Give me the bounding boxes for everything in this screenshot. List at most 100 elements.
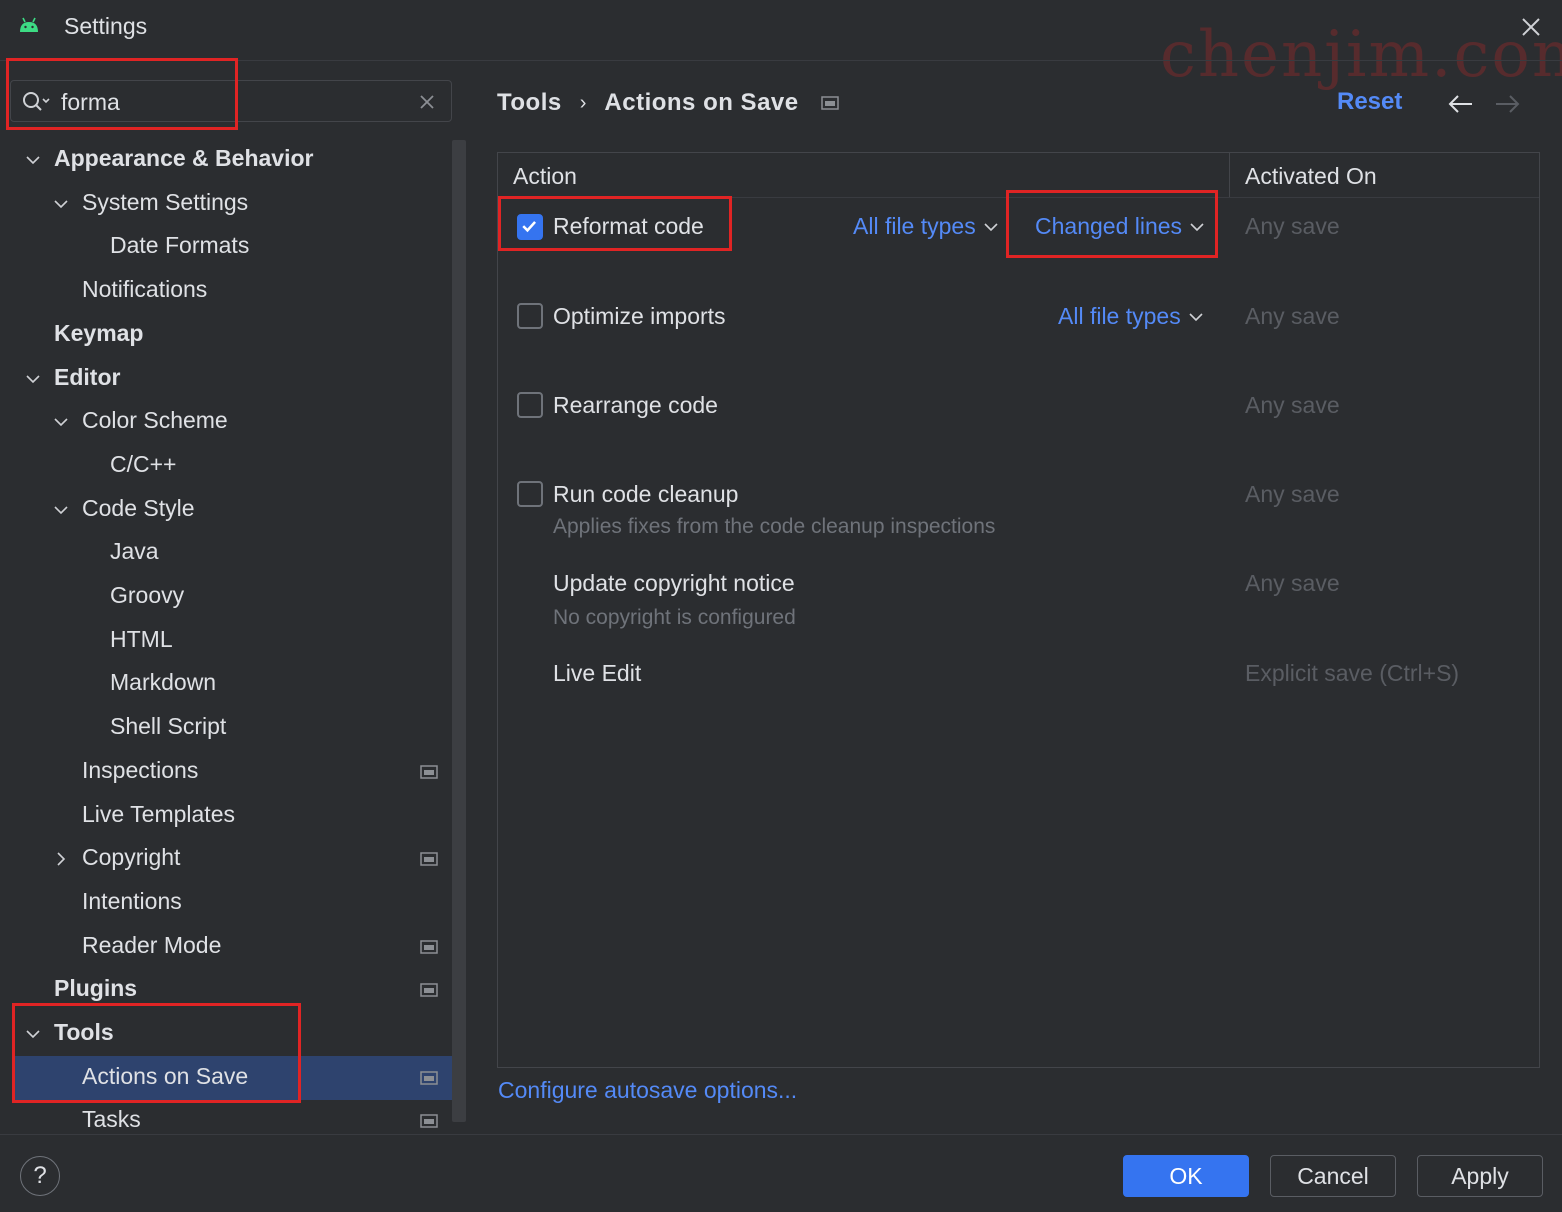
sidebar-item-keymap[interactable]: Keymap	[0, 313, 452, 357]
chevron-down-icon[interactable]	[24, 370, 42, 388]
optimize-imports-label[interactable]: Optimize imports	[553, 303, 726, 330]
reformat-code-label[interactable]: Reformat code	[553, 213, 704, 240]
sidebar-item-appearance-behavior[interactable]: Appearance & Behavior	[0, 138, 452, 182]
update-copyright-description: No copyright is configured	[553, 606, 796, 629]
breadcrumb-separator: ›	[579, 91, 587, 114]
sidebar-item-tools[interactable]: Tools	[0, 1012, 452, 1056]
sidebar-item-actions-on-save[interactable]: Actions on Save	[12, 1055, 452, 1100]
sidebar-item-live-templates[interactable]: Live Templates	[0, 794, 452, 838]
rearrange-code-label[interactable]: Rearrange code	[553, 392, 718, 419]
sidebar-item-groovy[interactable]: Groovy	[0, 575, 452, 619]
clear-icon[interactable]	[417, 92, 437, 112]
sidebar-item-intentions[interactable]: Intentions	[0, 881, 452, 925]
sidebar-item-tasks[interactable]: Tasks	[0, 1099, 452, 1134]
dropdown-value: All file types	[853, 213, 976, 239]
sidebar-item-label: Editor	[54, 363, 121, 390]
header-divider	[498, 197, 1539, 198]
ok-button[interactable]: OK	[1123, 1155, 1249, 1197]
sidebar-item-label: Reader Mode	[82, 931, 222, 958]
sidebar-item-label: Groovy	[110, 582, 185, 608]
reset-link[interactable]: Reset	[1337, 88, 1402, 116]
sidebar-item-code-style[interactable]: Code Style	[0, 488, 452, 532]
sidebar-item-inspections[interactable]: Inspections	[0, 750, 452, 794]
run-code-cleanup-label[interactable]: Run code cleanup	[553, 481, 738, 508]
table-row: Reformat code All file types Changed lin…	[498, 213, 1539, 273]
optimize-imports-checkbox[interactable]	[517, 303, 543, 329]
sidebar-item-shell-script[interactable]: Shell Script	[0, 706, 452, 750]
sidebar-item-editor[interactable]: Editor	[0, 357, 452, 401]
sidebar-item-label: Inspections	[82, 756, 199, 783]
table-row: Run code cleanup Applies fixes from the …	[498, 481, 1539, 561]
arrow-right-icon[interactable]	[1492, 92, 1522, 116]
sidebar-item-notifications[interactable]: Notifications	[0, 269, 452, 313]
activated-on-value[interactable]: Explicit save (Ctrl+S)	[1245, 660, 1459, 687]
reformat-code-checkbox[interactable]	[517, 214, 543, 240]
column-header-activated-on[interactable]: Activated On	[1245, 163, 1377, 190]
project-scope-icon	[420, 765, 438, 779]
sidebar-item-markdown[interactable]: Markdown	[0, 662, 452, 706]
sidebar-item-label: Tools	[54, 1019, 114, 1045]
arrow-left-icon[interactable]	[1446, 92, 1476, 116]
sidebar-item-color-scheme[interactable]: Color Scheme	[0, 400, 452, 444]
chevron-right-icon[interactable]	[52, 850, 70, 868]
chevron-down-icon[interactable]	[52, 501, 70, 519]
close-icon[interactable]	[1516, 12, 1546, 42]
project-scope-icon	[420, 983, 438, 998]
sidebar-item-label: Copyright	[82, 844, 181, 871]
sidebar-item-date-formats[interactable]: Date Formats	[0, 225, 452, 269]
search-icon[interactable]	[21, 90, 51, 114]
sidebar-item-c-c[interactable]: C/C++	[0, 444, 452, 488]
column-divider	[1229, 153, 1230, 197]
chevron-down-icon[interactable]	[24, 151, 42, 169]
project-scope-icon	[820, 96, 839, 110]
dropdown-value: Changed lines	[1035, 213, 1183, 239]
sidebar-item-label: Markdown	[110, 669, 217, 696]
configure-autosave-link[interactable]: Configure autosave options...	[498, 1077, 797, 1104]
breadcrumb-parent[interactable]: Tools	[497, 89, 562, 117]
reformat-scope-dropdown[interactable]: Changed lines	[1035, 213, 1204, 240]
chevron-down-icon	[1189, 312, 1203, 321]
column-header-action[interactable]: Action	[513, 163, 577, 190]
sidebar-item-label: Appearance & Behavior	[54, 145, 314, 171]
apply-button[interactable]: Apply	[1417, 1155, 1543, 1197]
optimize-file-types-dropdown[interactable]: All file types	[1058, 303, 1203, 330]
cancel-button[interactable]: Cancel	[1270, 1155, 1396, 1197]
sidebar-item-java[interactable]: Java	[0, 531, 452, 575]
android-icon	[20, 17, 38, 32]
project-scope-icon	[420, 1070, 438, 1085]
sidebar-item-label: C/C++	[110, 450, 177, 477]
sidebar-item-label: Notifications	[82, 276, 208, 303]
search-input[interactable]	[61, 87, 401, 117]
sidebar-item-reader-mode[interactable]: Reader Mode	[0, 925, 452, 969]
table-row: Live Edit Explicit save (Ctrl+S)	[498, 660, 1539, 710]
chevron-down-icon[interactable]	[52, 195, 70, 213]
window-title: Settings	[64, 13, 148, 39]
settings-search[interactable]	[10, 80, 452, 122]
sidebar-item-label: HTML	[110, 625, 173, 652]
sidebar-item-label: Java	[110, 538, 159, 565]
chevron-down-icon[interactable]	[52, 413, 70, 431]
rearrange-code-checkbox[interactable]	[517, 392, 543, 418]
sidebar-item-plugins[interactable]: Plugins	[0, 968, 452, 1012]
sidebar-item-html[interactable]: HTML	[0, 619, 452, 663]
sidebar-item-label: Code Style	[82, 494, 195, 521]
sidebar-item-label: Shell Script	[110, 713, 227, 740]
run-code-cleanup-checkbox[interactable]	[517, 481, 543, 507]
table-row: Update copyright notice No copyright is …	[498, 570, 1539, 650]
help-button[interactable]: ?	[20, 1156, 60, 1196]
sidebar-item-label: Keymap	[54, 319, 144, 346]
run-code-cleanup-description: Applies fixes from the code cleanup insp…	[553, 515, 996, 538]
sidebar-scrollbar[interactable]	[452, 140, 466, 1122]
chevron-down-icon[interactable]	[24, 1025, 42, 1043]
sidebar-item-copyright[interactable]: Copyright	[0, 837, 452, 881]
chevron-down-icon	[1190, 222, 1204, 231]
sidebar-item-label: Date Formats	[110, 232, 250, 259]
title-divider	[0, 60, 1562, 61]
sidebar-item-system-settings[interactable]: System Settings	[0, 182, 452, 226]
activated-on-value: Any save	[1245, 570, 1340, 596]
sidebar-item-label: Intentions	[82, 887, 182, 914]
chevron-down-icon	[984, 222, 998, 231]
activated-on-value: Any save	[1245, 303, 1340, 329]
activated-on-value: Any save	[1245, 213, 1340, 239]
reformat-file-types-dropdown[interactable]: All file types	[853, 213, 998, 240]
